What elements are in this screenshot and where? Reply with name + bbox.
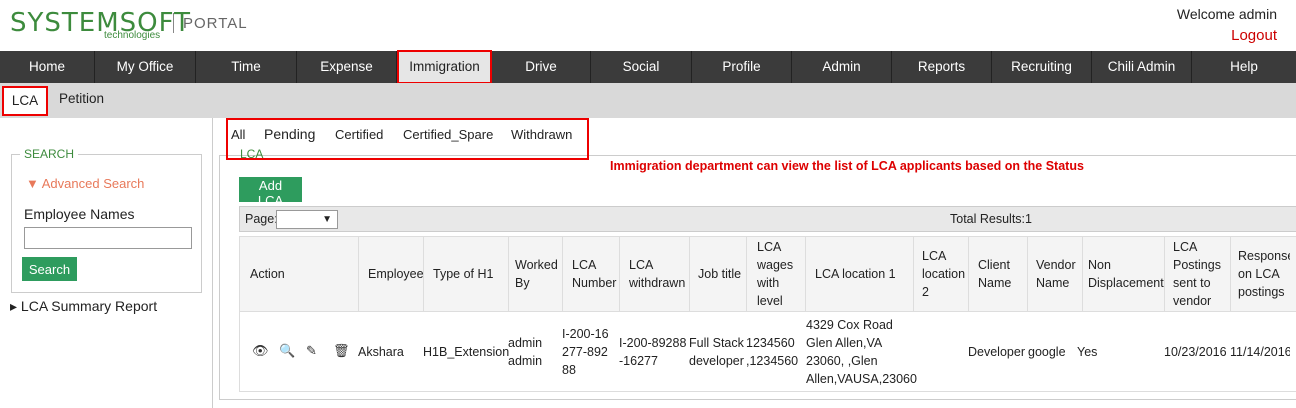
search-legend: SEARCH <box>20 147 79 161</box>
column-divider <box>562 236 563 312</box>
header-divider <box>173 13 174 33</box>
dropdown-arrow-icon: ▼ <box>322 214 332 225</box>
column-divider <box>1164 236 1165 312</box>
nav-recruiting[interactable]: Recruiting <box>992 51 1092 83</box>
header-vendor-name: Vendor Name <box>1036 258 1076 290</box>
delete-icon[interactable]: 🗑 <box>333 343 350 359</box>
header-employee: Employee <box>368 267 424 281</box>
cell-response: 11/14/2016 <box>1230 345 1290 359</box>
column-divider <box>619 236 620 312</box>
portal-label: PORTAL <box>183 15 248 32</box>
total-results: Total Results:1 <box>950 212 1032 226</box>
header-response: Response on LCA postings <box>1238 249 1290 299</box>
column-divider <box>358 236 359 312</box>
header-lca-wages: LCA wages with level <box>757 240 794 308</box>
search-button[interactable]: Search <box>22 257 77 281</box>
header-job-title: Job title <box>698 267 742 281</box>
cell-type-h1: H1B_Extension <box>423 345 510 359</box>
status-tab-withdrawn[interactable]: Withdrawn <box>511 127 572 142</box>
lca-legend: LCA <box>240 147 264 161</box>
nav-admin[interactable]: Admin <box>792 51 892 83</box>
cell-lca-withdrawn: I-200-89288-16277 <box>619 336 687 368</box>
status-tab-certified-spare[interactable]: Certified_Spare <box>403 127 493 142</box>
nav-help[interactable]: Help <box>1192 51 1296 83</box>
cell-employee: Akshara <box>358 345 404 359</box>
cell-job-title: Full Stack developer <box>689 336 744 368</box>
main-nav: Home My Office Time Expense Immigration … <box>0 50 1296 84</box>
zoom-icon[interactable]: 🔍 <box>279 343 295 359</box>
column-divider <box>1082 236 1083 312</box>
logo-subtitle: technologies <box>104 30 161 41</box>
nav-social[interactable]: Social <box>591 51 692 83</box>
lca-summary-report-link[interactable]: ▸ LCA Summary Report <box>10 298 157 315</box>
status-tab-all[interactable]: All <box>231 127 245 142</box>
column-divider <box>1230 236 1231 312</box>
nav-home[interactable]: Home <box>0 51 95 83</box>
cell-lca-location-2 <box>913 312 968 392</box>
caret-right-icon: ▸ <box>10 298 21 314</box>
employee-names-label: Employee Names <box>24 206 135 222</box>
header-postings-sent: LCA Postings sent to vendor <box>1173 240 1221 308</box>
welcome-text: Welcome admin <box>1176 6 1277 22</box>
header-type-h1: Type of H1 <box>433 267 494 281</box>
logout-link[interactable]: Logout <box>1231 27 1277 44</box>
header-lca-withdrawn: LCA withdrawn <box>629 258 686 290</box>
sub-nav <box>0 83 1296 118</box>
column-divider <box>746 236 747 312</box>
header-lca-number: LCA Number <box>572 258 617 290</box>
cell-client-name: Developer <box>968 345 1025 359</box>
cell-postings-sent: 10/23/2016 <box>1164 345 1227 359</box>
subtab-petition[interactable]: Petition <box>59 91 104 106</box>
nav-reports[interactable]: Reports <box>892 51 992 83</box>
column-divider <box>913 236 914 312</box>
nav-expense[interactable]: Expense <box>297 51 397 83</box>
status-tab-certified[interactable]: Certified <box>335 127 383 142</box>
column-divider <box>508 236 509 312</box>
view-icon[interactable]: 👁 <box>252 343 269 359</box>
employee-names-input[interactable] <box>24 227 192 249</box>
column-divider <box>1027 236 1028 312</box>
edit-icon[interactable]: ✎ <box>306 343 317 359</box>
cell-worked-by: admin admin <box>508 336 543 368</box>
column-divider <box>805 236 806 312</box>
lca-summary-label: LCA Summary Report <box>20 298 158 314</box>
add-lca-button[interactable]: Add LCA <box>239 177 302 208</box>
nav-time[interactable]: Time <box>196 51 297 83</box>
nav-immigration[interactable]: Immigration <box>397 50 492 84</box>
nav-drive[interactable]: Drive <box>492 51 591 83</box>
cell-lca-number: I-200-16277-89288 <box>562 327 609 377</box>
header-client-name: Client Name <box>978 258 1012 290</box>
annotation-text: Immigration department can view the list… <box>610 159 1084 173</box>
pager-bar <box>239 206 1296 232</box>
page-label: Page: <box>245 212 278 226</box>
column-divider <box>968 236 969 312</box>
header-lca-location-1: LCA location 1 <box>815 267 896 281</box>
cell-lca-wages: 1234560 ,1234560 <box>746 336 799 368</box>
header-lca-location-2: LCA location 2 <box>922 249 966 299</box>
subtab-lca[interactable]: LCA <box>2 86 48 116</box>
header-non-displacement: Non Displacement <box>1088 258 1164 290</box>
cell-lca-location-1: 4329 Cox Road Glen Allen,VA 23060, ,Glen… <box>806 318 917 386</box>
header-worked-by: Worked By <box>515 258 558 290</box>
advanced-search-toggle[interactable]: ▼ Advanced Search <box>26 176 144 191</box>
nav-profile[interactable]: Profile <box>692 51 792 83</box>
column-divider <box>689 236 690 312</box>
nav-my-office[interactable]: My Office <box>95 51 196 83</box>
header-action: Action <box>250 267 285 281</box>
status-tab-pending[interactable]: Pending <box>264 126 315 142</box>
page-select[interactable]: ▼ <box>276 210 338 229</box>
cell-vendor-name: google <box>1028 345 1066 359</box>
nav-chili-admin[interactable]: Chili Admin <box>1092 51 1192 83</box>
cell-non-displacement: Yes <box>1077 345 1098 359</box>
logo: SYSTEMSOFT <box>10 8 191 38</box>
